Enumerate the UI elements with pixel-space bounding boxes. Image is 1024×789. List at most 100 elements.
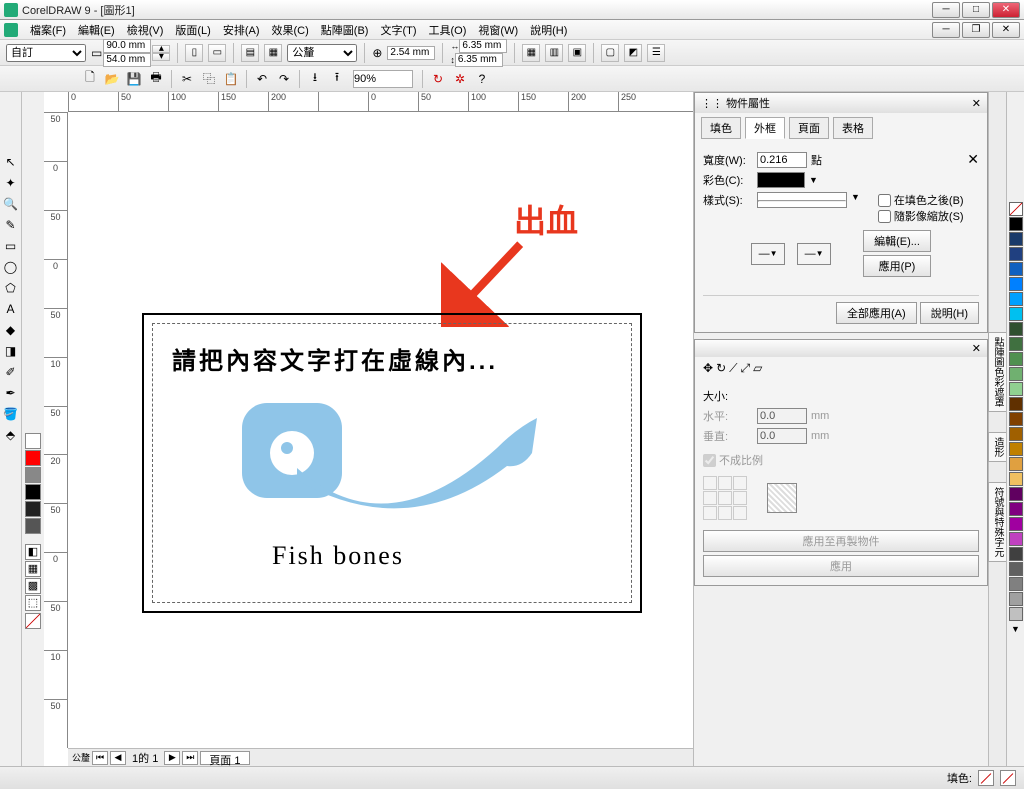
page-preset-select[interactable]: 自訂	[6, 44, 86, 62]
palette-nofill[interactable]	[25, 613, 41, 629]
maximize-button[interactable]: □	[962, 2, 990, 18]
copy-button[interactable]: ⿻	[199, 69, 219, 89]
menu-edit[interactable]: 編輯(E)	[72, 22, 121, 38]
color-swatch[interactable]	[1009, 367, 1023, 381]
page-next-button[interactable]: ▶	[164, 751, 180, 765]
side-tab-symbols[interactable]: 符號與特殊字元	[988, 482, 1007, 562]
close-button[interactable]: ✕	[992, 2, 1020, 18]
draw-complex-button[interactable]: ◩	[624, 44, 642, 62]
zoom-tool[interactable]: 🔍	[1, 194, 21, 214]
swatch[interactable]	[25, 518, 41, 534]
open-button[interactable]: 📂	[102, 69, 122, 89]
color-swatch[interactable]	[1009, 487, 1023, 501]
doc-minimize-button[interactable]: ─	[932, 22, 960, 38]
swatch[interactable]	[25, 433, 41, 449]
line-end-end[interactable]: —▼	[797, 243, 831, 265]
menu-help[interactable]: 說明(H)	[524, 22, 573, 38]
apply-all-button[interactable]: 全部應用(A)	[836, 302, 917, 324]
color-swatch[interactable]	[1009, 217, 1023, 231]
color-swatch[interactable]	[1009, 547, 1023, 561]
color-swatch[interactable]	[1009, 247, 1023, 261]
transform-rotate-button[interactable]: ↻	[716, 361, 726, 376]
transform-size-button[interactable]: ⤢	[741, 361, 751, 376]
tab-page[interactable]: 頁面	[789, 117, 829, 139]
behind-fill-checkbox[interactable]	[878, 194, 891, 207]
portrait-button[interactable]: ▯	[185, 44, 203, 62]
options-button[interactable]: ☰	[647, 44, 665, 62]
side-tab-bitmap-mask[interactable]: 點陣圖色彩遮罩	[988, 332, 1007, 412]
swatch[interactable]	[25, 450, 41, 466]
docker-help-button[interactable]: 說明(H)	[920, 302, 979, 324]
color-swatch[interactable]	[1009, 322, 1023, 336]
line-end-start[interactable]: —▼	[751, 243, 785, 265]
minimize-button[interactable]: ─	[932, 2, 960, 18]
color-swatch[interactable]	[1009, 352, 1023, 366]
color-swatch[interactable]	[1009, 592, 1023, 606]
pick-tool[interactable]: ↖	[1, 152, 21, 172]
color-swatch[interactable]	[1009, 502, 1023, 516]
color-swatch[interactable]	[1009, 307, 1023, 321]
pattern-swatch[interactable]: ▩	[25, 578, 41, 594]
anchor-grid[interactable]	[703, 476, 747, 520]
interactive-fill-tool[interactable]: ◆	[1, 320, 21, 340]
corel-online-button[interactable]: ↻	[428, 69, 448, 89]
interactive-transparency-tool[interactable]: ◨	[1, 341, 21, 361]
transform-close-button[interactable]: ✕	[972, 342, 981, 355]
color-swatch[interactable]	[1009, 262, 1023, 276]
zoom-combo[interactable]	[353, 70, 413, 88]
color-swatch[interactable]	[1009, 442, 1023, 456]
page-tab[interactable]: 頁面 1	[200, 751, 249, 765]
color-swatch[interactable]	[1009, 412, 1023, 426]
page-last-button[interactable]: ⏭	[182, 751, 198, 765]
outline-width-input[interactable]	[757, 152, 807, 168]
outline-style-combo[interactable]	[757, 192, 847, 208]
freehand-tool[interactable]: ✎	[1, 215, 21, 235]
color-swatch[interactable]	[1009, 577, 1023, 591]
swatch[interactable]	[25, 484, 41, 500]
color-swatch[interactable]	[1009, 277, 1023, 291]
paste-button[interactable]: 📋	[221, 69, 241, 89]
interactive-tool[interactable]: ⬘	[1, 425, 21, 445]
snap-grid-button[interactable]: ▦	[522, 44, 540, 62]
swatch[interactable]	[25, 501, 41, 517]
color-swatch[interactable]	[1009, 532, 1023, 546]
tab-table[interactable]: 表格	[833, 117, 873, 139]
doc-restore-button[interactable]: ❐	[962, 22, 990, 38]
landscape-button[interactable]: ▭	[208, 44, 226, 62]
outline-color-combo[interactable]	[757, 172, 805, 188]
color-swatch[interactable]	[1009, 517, 1023, 531]
outline-edit-button[interactable]: 編輯(E)...	[863, 230, 931, 252]
pattern-swatch[interactable]: ⬚	[25, 595, 41, 611]
ellipse-tool[interactable]: ◯	[1, 257, 21, 277]
color-swatch[interactable]	[1009, 607, 1023, 621]
cut-button[interactable]: ✂	[177, 69, 197, 89]
snap-obj-button[interactable]: ▣	[568, 44, 586, 62]
menu-bitmaps[interactable]: 點陣圖(B)	[315, 22, 375, 38]
transform-skew-button[interactable]: ▱	[753, 361, 762, 376]
tab-outline[interactable]: 外框	[745, 117, 785, 139]
dup-y-input[interactable]	[455, 53, 503, 67]
menu-file[interactable]: 檔案(F)	[24, 22, 72, 38]
size-spinner-down[interactable]: ▾	[152, 53, 170, 61]
pages-same-button[interactable]: ▦	[264, 44, 282, 62]
text-tool[interactable]: A	[1, 299, 21, 319]
units-select[interactable]: 公釐	[287, 44, 357, 62]
snap-guide-button[interactable]: ▥	[545, 44, 563, 62]
fill-tool[interactable]: 🪣	[1, 404, 21, 424]
save-button[interactable]: 💾	[124, 69, 144, 89]
menu-effects[interactable]: 效果(C)	[266, 22, 315, 38]
help-button[interactable]: ?	[472, 69, 492, 89]
docker-close-button[interactable]: ✕	[972, 97, 981, 110]
page-prev-button[interactable]: ◀	[110, 751, 126, 765]
outline-tool[interactable]: ✒	[1, 383, 21, 403]
guides-button[interactable]: ▢	[601, 44, 619, 62]
print-button[interactable]: 🖶	[146, 69, 166, 89]
rectangle-tool[interactable]: ▭	[1, 236, 21, 256]
color-swatch[interactable]	[1009, 472, 1023, 486]
tab-fill[interactable]: 填色	[701, 117, 741, 139]
menu-arrange[interactable]: 安排(A)	[217, 22, 266, 38]
import-button[interactable]: ⭳	[305, 69, 325, 89]
menu-window[interactable]: 視窗(W)	[472, 22, 524, 38]
color-swatch[interactable]	[1009, 457, 1023, 471]
color-swatch[interactable]	[1009, 427, 1023, 441]
